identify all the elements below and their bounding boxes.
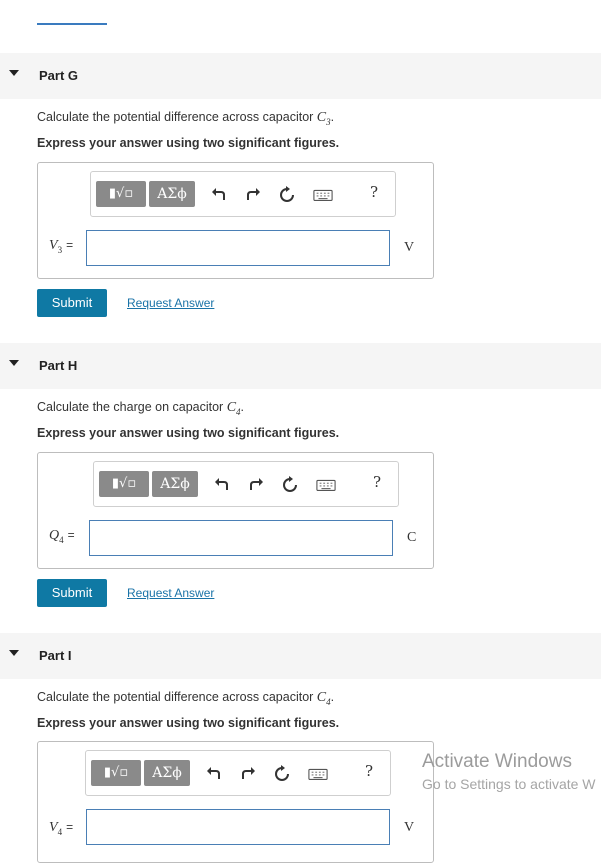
math-toolbar: ▮√▫ ΑΣϕ ?	[85, 750, 391, 796]
instruction-text: Express your answer using two significan…	[37, 716, 340, 730]
capacitor-symbol: C4	[316, 690, 331, 707]
submit-button[interactable]: Submit	[37, 289, 107, 317]
question-text: Calculate the potential difference acros…	[37, 690, 335, 707]
activation-watermark-subtitle: Go to Settings to activate W	[422, 776, 596, 792]
capacitor-symbol: C4	[226, 400, 241, 417]
redo-icon[interactable]	[243, 185, 263, 205]
symbols-button[interactable]: ΑΣϕ	[149, 181, 195, 207]
templates-button[interactable]: ▮√▫	[96, 181, 146, 207]
redo-icon[interactable]	[238, 764, 258, 784]
part-i-header[interactable]: Part I	[0, 633, 601, 679]
symbols-button[interactable]: ΑΣϕ	[152, 471, 198, 497]
symbols-button[interactable]: ΑΣϕ	[144, 760, 190, 786]
math-toolbar: ▮√▫ ΑΣϕ ?	[93, 461, 399, 507]
collapse-triangle-icon[interactable]	[9, 360, 19, 366]
answer-input[interactable]	[86, 230, 390, 266]
instruction-text: Express your answer using two significan…	[37, 426, 340, 440]
part-title: Part I	[39, 648, 72, 663]
progress-indicator-line	[37, 23, 107, 25]
request-answer-link[interactable]: Request Answer	[127, 296, 214, 310]
question-text: Calculate the charge on capacitor C4.	[37, 400, 245, 417]
unit-label: V	[404, 820, 415, 835]
question-text: Calculate the potential difference acros…	[37, 110, 335, 127]
help-icon[interactable]: ?	[373, 473, 381, 491]
answer-input[interactable]	[86, 809, 390, 845]
templates-button[interactable]: ▮√▫	[99, 471, 149, 497]
answer-box: ▮√▫ ΑΣϕ ? Q4 = C	[37, 452, 434, 569]
capacitor-symbol: C3	[316, 110, 331, 127]
reset-icon[interactable]	[277, 185, 297, 205]
part-h-header[interactable]: Part H	[0, 343, 601, 389]
keyboard-icon[interactable]	[308, 764, 328, 784]
math-toolbar: ▮√▫ ΑΣϕ ?	[90, 171, 396, 217]
part-title: Part H	[39, 358, 78, 373]
part-g-header[interactable]: Part G	[0, 53, 601, 99]
reset-icon[interactable]	[280, 475, 300, 495]
answer-input[interactable]	[89, 520, 393, 556]
answer-box: ▮√▫ ΑΣϕ ? V4 = V	[37, 741, 434, 863]
request-answer-link[interactable]: Request Answer	[127, 586, 214, 600]
submit-button[interactable]: Submit	[37, 579, 107, 607]
redo-icon[interactable]	[246, 475, 266, 495]
answer-box: ▮√▫ ΑΣϕ ? V3 = V	[37, 162, 434, 279]
collapse-triangle-icon[interactable]	[9, 70, 19, 76]
unit-label: C	[407, 530, 417, 545]
answer-variable-label: V4 =	[49, 820, 74, 837]
answer-variable-label: Q4 =	[49, 528, 75, 545]
undo-icon[interactable]	[204, 764, 224, 784]
help-icon[interactable]: ?	[370, 183, 378, 201]
undo-icon[interactable]	[212, 475, 232, 495]
unit-label: V	[404, 240, 415, 255]
answer-variable-label: V3 =	[49, 238, 74, 255]
part-title: Part G	[39, 68, 79, 83]
instruction-text: Express your answer using two significan…	[37, 136, 340, 150]
templates-button[interactable]: ▮√▫	[91, 760, 141, 786]
keyboard-icon[interactable]	[313, 185, 333, 205]
help-icon[interactable]: ?	[365, 762, 373, 780]
activation-watermark-title: Activate Windows	[422, 751, 572, 772]
collapse-triangle-icon[interactable]	[9, 650, 19, 656]
keyboard-icon[interactable]	[316, 475, 336, 495]
undo-icon[interactable]	[209, 185, 229, 205]
reset-icon[interactable]	[272, 764, 292, 784]
